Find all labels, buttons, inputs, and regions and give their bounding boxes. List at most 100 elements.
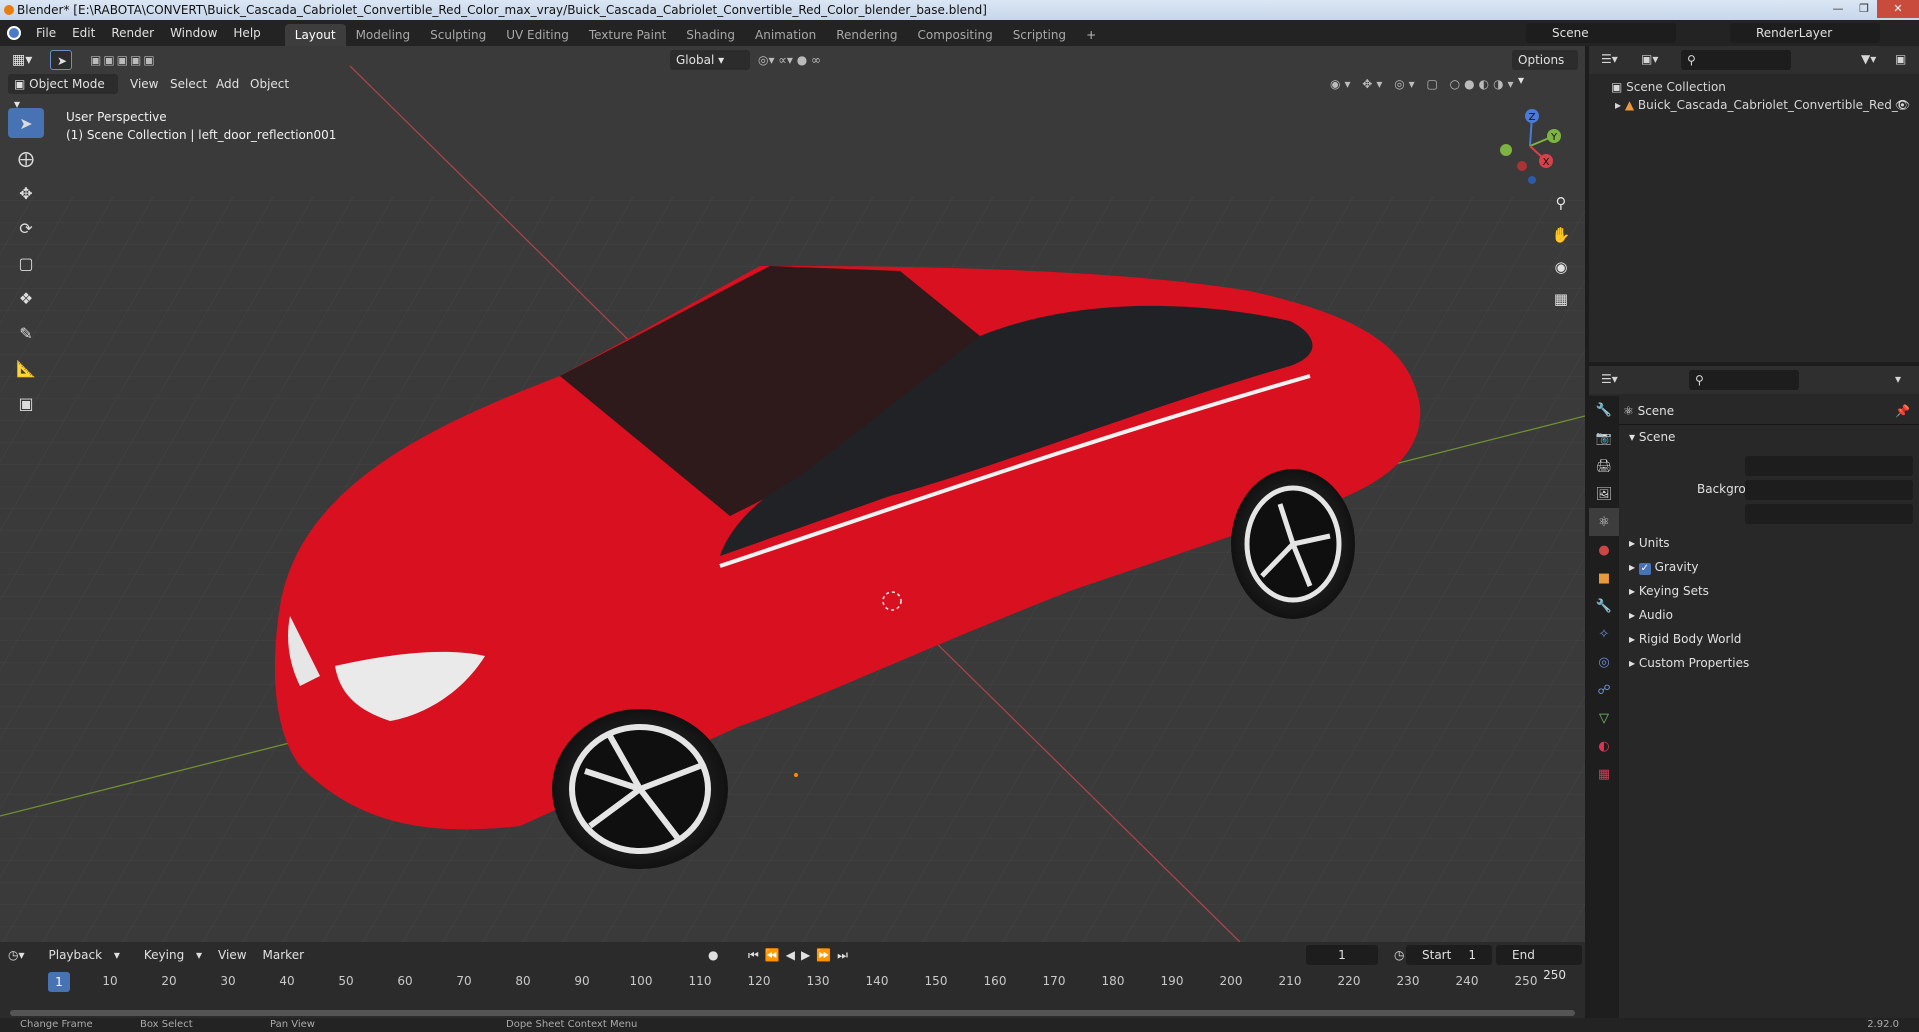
close-button[interactable]: ✕ [1877,0,1919,18]
view-layer-tab-icon[interactable]: 🖼 [1589,480,1619,508]
tab-animation[interactable]: Animation [745,24,826,46]
end-frame-field[interactable]: End 250 [1496,945,1582,982]
object-tab-icon[interactable]: ■ [1589,564,1619,592]
tab-sculpting[interactable]: Sculpting [420,24,496,46]
filter-icon[interactable]: ▼▾ [1861,52,1876,66]
pan-hand-icon[interactable]: ✋ [1548,222,1574,248]
scale-tool-icon[interactable]: ▢ [8,248,44,278]
menu-keying[interactable]: Keying ▾ [128,948,210,962]
menu-render[interactable]: Render [103,26,162,40]
selection-mode-icons[interactable]: ▣▣▣▣▣ [90,50,180,70]
cursor-tool-icon[interactable]: ⨁ [8,143,44,173]
tab-rendering[interactable]: Rendering [826,24,907,46]
outliner-editor-type-icon[interactable]: ☰▾ [1601,52,1618,66]
tab-texture-paint[interactable]: Texture Paint [579,24,676,46]
properties-editor-type-icon[interactable]: ☰▾ [1601,372,1618,386]
current-frame-indicator[interactable]: 1 [48,972,70,992]
3d-viewport[interactable]: ▦▾ ➤ ▣▣▣▣▣ Global ▾ ◎▾ ∝▾ ● ∞ Options ▾ … [0,46,1585,942]
particles-tab-icon[interactable]: ✧ [1589,620,1619,648]
outliner[interactable]: ☰▾ ▣▾ ⚲ ▼▾ ▣ ▣ Scene Collection ▸ ▲ Buic… [1589,46,1919,362]
gravity-panel[interactable]: ▸ ✓ Gravity [1629,560,1699,575]
render-tab-icon[interactable]: 📷 [1589,424,1619,452]
navigation-gizmo[interactable]: Z Y X [1490,106,1570,186]
select-box-tool-icon[interactable]: ➤ [8,108,44,138]
add-cube-tool-icon[interactable]: ▣ [8,388,44,418]
gravity-checkbox[interactable]: ✓ [1638,563,1651,575]
transform-tool-icon[interactable]: ❖ [8,283,44,313]
timeline-scrollbar[interactable] [10,1010,1575,1016]
ortho-grid-icon[interactable]: ▦ [1548,286,1574,312]
menu-edit[interactable]: Edit [64,26,103,40]
rigid-body-world-panel[interactable]: ▸ Rigid Body World [1629,632,1741,646]
properties-editor[interactable]: ☰▾ ⚲ ▾ 🔧 📷 🖨 🖼 ⚛ ● ■ 🔧 ✧ ◎ ☍ ▽ ◐ ▦ ⚛ Sce… [1589,366,1919,1018]
new-collection-icon[interactable]: ▣ [1895,52,1906,66]
snapping-icons[interactable]: ◎▾ ∝▾ ● ∞ [758,50,888,70]
scene-collection-row[interactable]: ▣ Scene Collection [1611,80,1726,94]
visibility-eye-icon[interactable]: 👁 [1895,98,1910,112]
add-workspace-button[interactable]: + [1076,24,1106,46]
render-layer-selector[interactable]: RenderLayer [1730,23,1880,43]
menu-view[interactable]: View [130,74,158,94]
menu-object[interactable]: Object [250,74,289,94]
zoom-icon[interactable]: ⚲ [1548,190,1574,216]
menu-select[interactable]: Select [170,74,207,94]
blender-menu-icon[interactable] [0,20,28,46]
maximize-button[interactable]: ❐ [1851,0,1877,18]
viewport-shading-icons[interactable]: ◉▾ ✥▾ ◎▾ ▢ ○●◐◑▾ [1330,74,1580,94]
move-tool-icon[interactable]: ✥ [8,178,44,208]
scene-selector[interactable]: Scene [1526,23,1676,43]
options-button[interactable]: Options ▾ [1512,50,1578,87]
menu-window[interactable]: Window [162,26,225,40]
properties-search-input[interactable]: ⚲ [1689,370,1799,390]
active-clip-field[interactable] [1745,504,1913,524]
record-button[interactable]: ● [700,948,726,962]
data-tab-icon[interactable]: ▽ [1589,704,1619,732]
playback-controls[interactable]: ⏮⏪◀▶⏩⏭ [740,948,862,963]
menu-help[interactable]: Help [225,26,268,40]
tab-layout[interactable]: Layout [284,24,346,46]
world-tab-icon[interactable]: ● [1589,536,1619,564]
custom-properties-panel[interactable]: ▸ Custom Properties [1629,656,1749,670]
editor-type-icon[interactable]: ▦▾ [12,50,32,70]
material-tab-icon[interactable]: ◐ [1589,732,1619,760]
frame-ruler[interactable]: 1102030405060708090100110120130140150160… [0,972,1585,994]
tab-uv-editing[interactable]: UV Editing [496,24,579,46]
texture-tab-icon[interactable]: ▦ [1589,760,1619,788]
current-frame-field[interactable]: 1 [1306,945,1378,965]
units-panel[interactable]: ▸ Units [1629,536,1670,550]
camera-view-icon[interactable]: ◉ [1548,254,1574,280]
menu-marker[interactable]: Marker [255,948,312,962]
camera-field[interactable] [1745,456,1913,476]
scene-tab-icon[interactable]: ⚛ [1589,508,1619,536]
transform-orientation[interactable]: Global ▾ [670,50,750,70]
modifiers-tab-icon[interactable]: 🔧 [1589,592,1619,620]
tool-tab-icon[interactable]: 🔧 [1589,396,1619,424]
keying-sets-panel[interactable]: ▸ Keying Sets [1629,584,1709,598]
menu-add[interactable]: Add [216,74,239,94]
output-tab-icon[interactable]: 🖨 [1589,452,1619,480]
display-mode-icon[interactable]: ▣▾ [1641,52,1658,66]
menu-file[interactable]: File [28,26,64,40]
tab-scripting[interactable]: Scripting [1003,24,1076,46]
tab-compositing[interactable]: Compositing [907,24,1002,46]
measure-tool-icon[interactable]: 📐 [8,353,44,383]
menu-playback[interactable]: Playback ▾ [33,948,128,962]
outliner-object-row[interactable]: ▸ ▲ Buick_Cascada_Cabriolet_Convertible_… [1615,98,1915,112]
annotate-tool-icon[interactable]: ✎ [8,318,44,348]
start-frame-field[interactable]: Start 1 [1406,945,1492,965]
constraints-tab-icon[interactable]: ☍ [1589,676,1619,704]
minimize-button[interactable]: — [1825,0,1851,18]
pin-icon[interactable]: 📌 [1895,404,1910,418]
background-scene-field[interactable] [1745,480,1913,500]
menu-timeline-view[interactable]: View [210,948,254,962]
properties-options-icon[interactable]: ▾ [1895,372,1901,386]
mode-selector[interactable]: ▣ Object Mode ▾ [8,74,118,111]
physics-tab-icon[interactable]: ◎ [1589,648,1619,676]
tab-modeling[interactable]: Modeling [346,24,421,46]
audio-panel[interactable]: ▸ Audio [1629,608,1673,622]
select-tool-icon[interactable]: ➤ [50,50,72,70]
tab-shading[interactable]: Shading [676,24,745,46]
outliner-search-input[interactable]: ⚲ [1681,50,1791,70]
scene-panel-header[interactable]: ▾ Scene [1629,430,1675,444]
rotate-tool-icon[interactable]: ⟳ [8,213,44,243]
